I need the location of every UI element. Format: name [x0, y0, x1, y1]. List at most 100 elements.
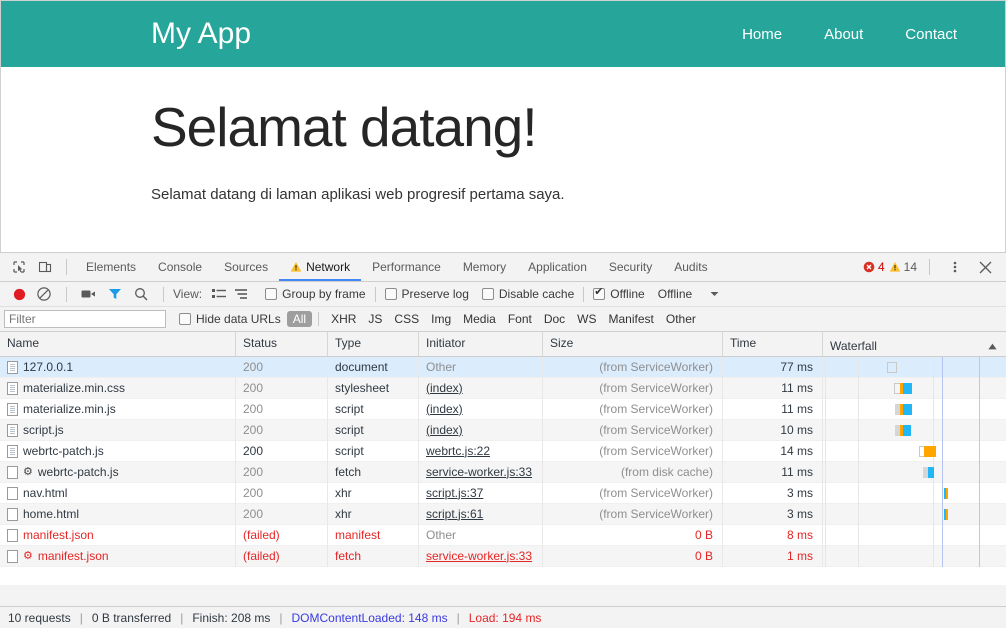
- requests-table-body[interactable]: 127.0.0.1 200 document Other (from ServiceWo…: [0, 357, 1006, 585]
- preserve-log-checkbox[interactable]: Preserve log: [384, 287, 469, 301]
- document-icon: [7, 381, 18, 395]
- table-row[interactable]: materialize.min.css 200 stylesheet (index) (…: [0, 377, 1006, 399]
- tab-console[interactable]: Console: [147, 253, 213, 281]
- initiator-link[interactable]: webrtc.js:22: [426, 444, 490, 458]
- checkbox-box[interactable]: [265, 288, 278, 300]
- column-header-type[interactable]: Type: [328, 332, 419, 356]
- cell-waterfall: [823, 524, 1006, 546]
- offline-checkbox[interactable]: Offline: [593, 285, 645, 301]
- checkbox-box[interactable]: [593, 285, 606, 300]
- cell-initiator[interactable]: webrtc.js:22: [419, 440, 543, 462]
- large-request-rows-icon[interactable]: [208, 282, 230, 307]
- close-icon[interactable]: [972, 255, 998, 279]
- cell-initiator[interactable]: script.js:61: [419, 503, 543, 525]
- filter-type-xhr[interactable]: XHR: [325, 311, 362, 327]
- load-time: Load: 194 ms: [468, 610, 542, 625]
- filter-type-manifest[interactable]: Manifest: [603, 311, 660, 327]
- column-header-time[interactable]: Time: [723, 332, 823, 356]
- initiator-link[interactable]: service-worker.js:33: [426, 465, 532, 479]
- checkbox-box[interactable]: [481, 288, 494, 300]
- waterfall-gridline: [858, 461, 859, 483]
- filter-type-doc[interactable]: Doc: [538, 311, 571, 327]
- filter-type-css[interactable]: CSS: [388, 311, 425, 327]
- disable-cache-checkbox[interactable]: Disable cache: [481, 287, 574, 301]
- tab-application[interactable]: Application: [517, 253, 598, 281]
- filter-type-js[interactable]: JS: [362, 311, 388, 327]
- initiator-link[interactable]: service-worker.js:33: [426, 549, 532, 563]
- checkbox-box[interactable]: [384, 288, 397, 300]
- column-header-initiator[interactable]: Initiator: [419, 332, 543, 356]
- checkbox-box[interactable]: [179, 313, 191, 325]
- group-by-frame-checkbox[interactable]: Group by frame: [265, 287, 366, 301]
- table-row[interactable]: manifest.json (failed) manifest Other 0 B8 m…: [0, 524, 1006, 546]
- cell-initiator[interactable]: (index): [419, 377, 543, 399]
- column-header-size[interactable]: Size: [543, 332, 723, 356]
- throttling-select[interactable]: Offline: [658, 287, 719, 301]
- tab-label: Audits: [674, 260, 708, 274]
- tab-security[interactable]: Security: [598, 253, 663, 281]
- filter-type-img[interactable]: Img: [425, 311, 457, 327]
- tab-network[interactable]: Network: [279, 253, 361, 281]
- waterfall-gridline: [825, 503, 826, 525]
- table-row[interactable]: ⚙ webrtc-patch.js 200 fetch service-worker.j…: [0, 461, 1006, 483]
- tab-performance[interactable]: Performance: [361, 253, 452, 281]
- sort-ascending-icon[interactable]: [988, 343, 997, 350]
- tab-memory[interactable]: Memory: [452, 253, 517, 281]
- site-brand[interactable]: My App: [151, 17, 251, 51]
- capture-overview-icon[interactable]: [230, 282, 252, 307]
- error-count-badge[interactable]: 4: [863, 260, 885, 274]
- nav-link-home[interactable]: Home: [742, 26, 782, 43]
- device-toolbar-icon[interactable]: [32, 255, 58, 279]
- filter-type-media[interactable]: Media: [457, 311, 502, 327]
- initiator-link[interactable]: script.js:61: [426, 507, 483, 521]
- warning-triangle-icon: [889, 261, 901, 273]
- cell-size: (from ServiceWorker): [543, 482, 723, 504]
- table-row[interactable]: 127.0.0.1 200 document Other (from ServiceWo…: [0, 357, 1006, 378]
- table-row[interactable]: script.js 200 script (index) (from ServiceWo…: [0, 419, 1006, 441]
- waterfall-gridline: [825, 440, 826, 462]
- initiator-link[interactable]: script.js:37: [426, 486, 483, 500]
- cell-initiator[interactable]: service-worker.js:33: [419, 545, 543, 567]
- search-icon[interactable]: [128, 282, 154, 307]
- nav-link-contact[interactable]: Contact: [905, 26, 957, 43]
- cell-initiator[interactable]: (index): [419, 398, 543, 420]
- nav-link-about[interactable]: About: [824, 26, 863, 43]
- filter-type-all[interactable]: All: [286, 311, 313, 327]
- table-row[interactable]: home.html 200 xhr script.js:61 (from Service…: [0, 503, 1006, 525]
- tab-audits[interactable]: Audits: [663, 253, 718, 281]
- status-separator: |: [79, 610, 83, 625]
- kebab-menu-icon[interactable]: [942, 255, 968, 279]
- initiator-link[interactable]: (index): [426, 381, 463, 395]
- column-header-name[interactable]: Name: [0, 332, 236, 356]
- tab-sources[interactable]: Sources: [213, 253, 279, 281]
- record-button[interactable]: [7, 282, 31, 307]
- cell-initiator[interactable]: service-worker.js:33: [419, 461, 543, 483]
- clear-icon[interactable]: [31, 282, 57, 307]
- cell-initiator[interactable]: script.js:37: [419, 482, 543, 504]
- column-header-status[interactable]: Status: [236, 332, 328, 356]
- camera-icon[interactable]: [76, 282, 102, 307]
- warning-count-badge[interactable]: 14: [889, 260, 917, 274]
- filter-type-other[interactable]: Other: [660, 311, 702, 327]
- table-row[interactable]: materialize.min.js 200 script (index) (from …: [0, 398, 1006, 420]
- cell-name: home.html: [0, 503, 236, 525]
- tab-elements[interactable]: Elements: [75, 253, 147, 281]
- cell-time: 11 ms: [723, 461, 823, 483]
- blank-icon: [7, 528, 18, 542]
- filter-type-font[interactable]: Font: [502, 311, 538, 327]
- table-row[interactable]: ⚙ manifest.json (failed) fetch service-worke…: [0, 545, 1006, 567]
- chevron-down-icon[interactable]: [710, 291, 719, 297]
- initiator-link[interactable]: (index): [426, 402, 463, 416]
- hide-data-urls-checkbox[interactable]: Hide data URLs: [179, 312, 281, 326]
- cell-name: nav.html: [0, 482, 236, 504]
- waterfall-gridline: [933, 377, 934, 399]
- filter-type-ws[interactable]: WS: [571, 311, 602, 327]
- funnel-icon[interactable]: [102, 282, 128, 307]
- cell-initiator[interactable]: (index): [419, 419, 543, 441]
- filter-input[interactable]: [4, 310, 166, 328]
- table-row[interactable]: nav.html 200 xhr script.js:37 (from ServiceW…: [0, 482, 1006, 504]
- table-row[interactable]: webrtc-patch.js 200 script webrtc.js:22 (fro…: [0, 440, 1006, 462]
- column-header-waterfall[interactable]: Waterfall: [823, 332, 1006, 356]
- initiator-link[interactable]: (index): [426, 423, 463, 437]
- inspect-element-icon[interactable]: [6, 255, 32, 279]
